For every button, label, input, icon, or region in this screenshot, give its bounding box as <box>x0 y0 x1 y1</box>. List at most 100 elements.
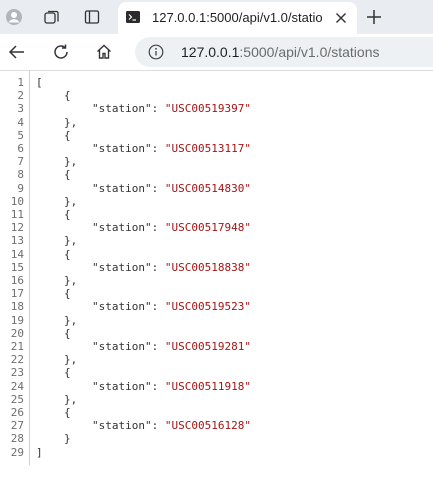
code-line: { <box>64 287 71 300</box>
station-id: "USC00519397" <box>164 102 251 116</box>
line-number: 27 <box>10 419 24 433</box>
code-line: { <box>64 168 71 181</box>
line-number: 22 <box>10 353 24 367</box>
key-separator: : <box>151 340 165 353</box>
tab-title: 127.0.0.1:5000/api/v1.0/stations <box>152 10 322 25</box>
open-brace: { <box>64 168 71 182</box>
close-brace: }, <box>64 313 78 327</box>
code-line: }, <box>64 393 77 406</box>
code-line: { <box>64 129 71 142</box>
code-line: "station": "USC00517948" <box>92 221 251 234</box>
line-number: 28 <box>10 432 24 446</box>
line-number: 25 <box>10 392 24 406</box>
line-number-gutter: 1 2 3 4 5 6 7 8 9 10 11 12 13 14 15 16 17 18 19 20 21 22 23 24 2… <box>0 71 30 465</box>
code-line: "station": "USC00518838" <box>92 261 251 274</box>
line-number: 24 <box>10 379 24 393</box>
close-brace: }, <box>64 115 78 129</box>
line-number: 20 <box>10 326 24 340</box>
open-bracket: [ <box>36 76 43 89</box>
station-id: "USC00517948" <box>164 221 251 235</box>
line-number: 2 <box>17 89 24 103</box>
code-line: "station": "USC00519523" <box>92 300 251 313</box>
json-key: "station" <box>92 181 152 195</box>
line-number: 26 <box>10 406 24 419</box>
tab-actions-icon[interactable] <box>80 5 104 29</box>
station-id: "USC00511918" <box>164 379 251 393</box>
code-line: }, <box>64 195 77 208</box>
json-key: "station" <box>92 340 152 353</box>
profile-icon[interactable] <box>2 5 26 29</box>
back-arrow-icon[interactable] <box>4 39 30 65</box>
key-separator: : <box>151 260 165 274</box>
line-number: 12 <box>10 221 24 235</box>
json-key: "station" <box>92 260 152 274</box>
code-line: { <box>64 327 71 340</box>
workspaces-icon[interactable] <box>40 5 64 29</box>
line-number: 23 <box>10 366 24 380</box>
code-line: "station": "USC00514830" <box>92 182 251 195</box>
url-host: 127.0.0.1 <box>181 44 240 60</box>
line-number: 19 <box>10 313 24 327</box>
url-text[interactable]: 127.0.0.1:5000/api/v1.0/stations <box>181 43 380 61</box>
new-tab-button[interactable] <box>362 5 386 29</box>
close-bracket: ] <box>36 445 43 459</box>
json-key: "station" <box>92 300 152 314</box>
station-id: "USC00516128" <box>164 419 251 433</box>
code-line: }, <box>64 314 77 327</box>
open-brace: { <box>64 366 71 380</box>
code-line: }, <box>64 116 77 129</box>
key-separator: : <box>151 379 165 393</box>
open-brace: { <box>64 406 71 419</box>
code-line: { <box>64 208 71 221</box>
close-brace: }, <box>64 353 78 367</box>
tab-strip: 127.0.0.1:5000/api/v1.0/stations <box>0 0 433 34</box>
open-brace: { <box>64 208 71 221</box>
line-number: 4 <box>17 115 24 129</box>
open-brace: { <box>64 128 71 142</box>
code-line: [ <box>36 76 43 89</box>
open-brace: { <box>64 287 71 301</box>
code-line: "station": "USC00519281" <box>92 340 251 353</box>
info-icon[interactable] <box>147 43 165 61</box>
line-number: 1 <box>17 76 24 89</box>
key-separator: : <box>151 221 165 235</box>
code-line: { <box>64 248 71 261</box>
station-id: "USC00513117" <box>164 142 251 155</box>
close-brace: }, <box>64 234 78 248</box>
close-brace: } <box>64 432 71 446</box>
open-brace: { <box>64 247 71 261</box>
close-brace: }, <box>64 392 78 406</box>
home-icon[interactable] <box>91 39 117 65</box>
code-line: "station": "USC00511918" <box>92 380 251 393</box>
code-line: { <box>64 89 71 102</box>
key-separator: : <box>151 142 165 155</box>
station-id: "USC00519523" <box>164 300 251 314</box>
line-number: 8 <box>17 168 24 182</box>
key-separator: : <box>151 419 165 433</box>
open-brace: { <box>64 89 71 103</box>
refresh-icon[interactable] <box>48 39 74 65</box>
json-key: "station" <box>92 379 152 393</box>
line-number: 9 <box>17 181 24 195</box>
tab-active[interactable]: 127.0.0.1:5000/api/v1.0/stations <box>118 2 357 34</box>
line-number: 29 <box>10 445 24 459</box>
code-line: "station": "USC00519397" <box>92 102 251 115</box>
key-separator: : <box>151 181 165 195</box>
line-number: 7 <box>17 155 24 169</box>
code-line: }, <box>64 155 77 168</box>
code-line: { <box>64 406 71 419</box>
close-icon[interactable] <box>331 8 351 28</box>
close-brace: }, <box>64 194 78 208</box>
address-bar[interactable]: 127.0.0.1:5000/api/v1.0/stations <box>135 37 433 67</box>
code-line: }, <box>64 353 77 366</box>
json-viewer: 1 2 3 4 5 6 7 8 9 10 11 12 13 14 15 16 17 18 19 20 21 22 23 24 2… <box>0 71 433 487</box>
close-brace: }, <box>64 155 78 169</box>
code-line: }, <box>64 274 77 287</box>
code-line: ] <box>36 446 43 459</box>
json-key: "station" <box>92 221 152 235</box>
key-separator: : <box>151 300 165 314</box>
line-number: 11 <box>10 208 24 221</box>
close-brace: }, <box>64 274 78 287</box>
json-key: "station" <box>92 102 152 116</box>
json-key: "station" <box>92 419 152 433</box>
